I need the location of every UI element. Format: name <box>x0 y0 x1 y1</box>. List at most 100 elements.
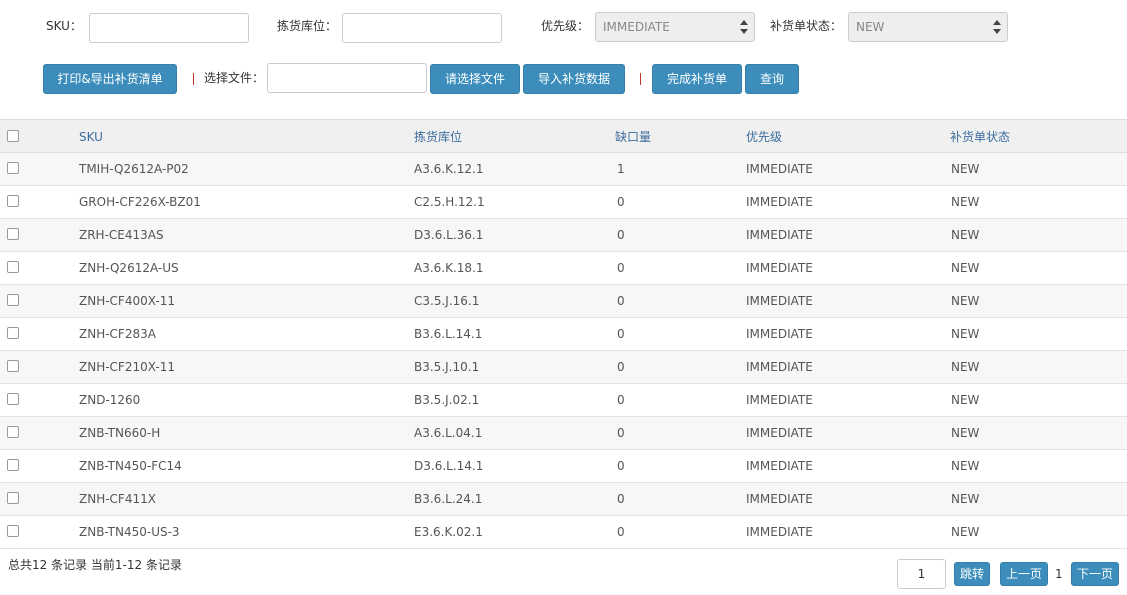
cell-shortage: 1 <box>617 162 625 176</box>
cell-sku: ZNH-CF400X-11 <box>79 294 175 308</box>
cell-status: NEW <box>951 525 980 539</box>
status-label: 补货单状态： <box>770 19 843 33</box>
sku-label: SKU： <box>46 19 82 33</box>
row-checkbox[interactable] <box>7 492 19 504</box>
column-header-sku: SKU <box>79 130 103 144</box>
row-checkbox[interactable] <box>7 261 19 273</box>
table-row[interactable]: ZNB-TN450-FC14 D3.6.L.14.1 0 IMMEDIATE NEW <box>0 450 1127 483</box>
cell-sku: ZNB-TN450-US-3 <box>79 525 180 539</box>
cell-location: B3.6.L.14.1 <box>414 327 483 341</box>
cell-location: C3.5.J.16.1 <box>414 294 480 308</box>
column-header-priority: 优先级 <box>746 130 783 144</box>
table-row[interactable]: ZNH-CF400X-11 C3.5.J.16.1 0 IMMEDIATE NEW <box>0 285 1127 318</box>
row-checkbox[interactable] <box>7 162 19 174</box>
location-label: 拣货库位： <box>277 19 338 33</box>
cell-shortage: 0 <box>617 294 625 308</box>
table-row[interactable]: ZRH-CE413AS D3.6.L.36.1 0 IMMEDIATE NEW <box>0 219 1127 252</box>
cell-priority: IMMEDIATE <box>746 162 813 176</box>
table-row[interactable]: ZNH-CF210X-11 B3.5.J.10.1 0 IMMEDIATE NEW <box>0 351 1127 384</box>
cell-location: D3.6.L.36.1 <box>414 228 484 242</box>
file-input[interactable] <box>267 63 427 93</box>
sku-input[interactable] <box>89 13 249 43</box>
priority-select[interactable]: IMMEDIATE <box>595 12 755 42</box>
cell-location: C2.5.H.12.1 <box>414 195 485 209</box>
cell-status: NEW <box>951 492 980 506</box>
status-select-value: NEW <box>856 20 885 34</box>
table-row[interactable]: ZNH-CF411X B3.6.L.24.1 0 IMMEDIATE NEW <box>0 483 1127 516</box>
row-checkbox[interactable] <box>7 294 19 306</box>
cell-location: B3.5.J.02.1 <box>414 393 480 407</box>
cell-status: NEW <box>951 195 980 209</box>
cell-shortage: 0 <box>617 459 625 473</box>
table-row[interactable]: ZND-1260 B3.5.J.02.1 0 IMMEDIATE NEW <box>0 384 1127 417</box>
file-label: 选择文件： <box>204 71 265 85</box>
table-header: SKU 拣货库位 缺口量 优先级 补货单状态 <box>0 119 1127 153</box>
next-page-button[interactable]: 下一页 <box>1071 562 1119 586</box>
row-checkbox[interactable] <box>7 393 19 405</box>
cell-shortage: 0 <box>617 327 625 341</box>
status-select[interactable]: NEW <box>848 12 1008 42</box>
cell-shortage: 0 <box>617 525 625 539</box>
cell-priority: IMMEDIATE <box>746 426 813 440</box>
table-row[interactable]: ZNH-Q2612A-US A3.6.K.18.1 0 IMMEDIATE NEW <box>0 252 1127 285</box>
cell-shortage: 0 <box>617 360 625 374</box>
cell-shortage: 0 <box>617 393 625 407</box>
table-row[interactable]: GROH-CF226X-BZ01 C2.5.H.12.1 0 IMMEDIATE NEW <box>0 186 1127 219</box>
cell-priority: IMMEDIATE <box>746 327 813 341</box>
row-checkbox[interactable] <box>7 459 19 471</box>
page-number-input[interactable]: 1 <box>897 559 946 589</box>
table-row[interactable]: ZNH-CF283A B3.6.L.14.1 0 IMMEDIATE NEW <box>0 318 1127 351</box>
cell-status: NEW <box>951 360 980 374</box>
row-checkbox[interactable] <box>7 195 19 207</box>
query-button[interactable]: 查询 <box>745 64 799 94</box>
row-checkbox[interactable] <box>7 525 19 537</box>
cell-sku: ZNH-Q2612A-US <box>79 261 179 275</box>
row-checkbox[interactable] <box>7 228 19 240</box>
table-row[interactable]: ZNB-TN660-H A3.6.L.04.1 0 IMMEDIATE NEW <box>0 417 1127 450</box>
priority-label: 优先级： <box>541 19 590 33</box>
cell-location: B3.5.J.10.1 <box>414 360 480 374</box>
cell-sku: ZNB-TN450-FC14 <box>79 459 182 473</box>
priority-select-value: IMMEDIATE <box>603 20 670 34</box>
location-input[interactable] <box>342 13 502 43</box>
prev-page-button[interactable]: 上一页 <box>1000 562 1048 586</box>
cell-priority: IMMEDIATE <box>746 294 813 308</box>
cell-priority: IMMEDIATE <box>746 525 813 539</box>
cell-shortage: 0 <box>617 195 625 209</box>
cell-sku: TMIH-Q2612A-P02 <box>79 162 189 176</box>
select-all-checkbox[interactable] <box>7 130 19 142</box>
column-header-shortage: 缺口量 <box>615 130 652 144</box>
select-arrows-icon <box>740 20 748 34</box>
cell-status: NEW <box>951 294 980 308</box>
cell-location: A3.6.L.04.1 <box>414 426 483 440</box>
cell-sku: ZND-1260 <box>79 393 141 407</box>
row-checkbox[interactable] <box>7 360 19 372</box>
cell-sku: GROH-CF226X-BZ01 <box>79 195 201 209</box>
table-row[interactable]: ZNB-TN450-US-3 E3.6.K.02.1 0 IMMEDIATE NEW <box>0 516 1127 549</box>
cell-priority: IMMEDIATE <box>746 195 813 209</box>
cell-location: A3.6.K.18.1 <box>414 261 484 275</box>
choose-file-button[interactable]: 请选择文件 <box>430 64 520 94</box>
import-data-button[interactable]: 导入补货数据 <box>523 64 625 94</box>
cell-priority: IMMEDIATE <box>746 393 813 407</box>
cell-shortage: 0 <box>617 261 625 275</box>
print-export-button[interactable]: 打印&导出补货清单 <box>43 64 177 94</box>
cell-status: NEW <box>951 327 980 341</box>
cell-sku: ZRH-CE413AS <box>79 228 164 242</box>
cell-status: NEW <box>951 228 980 242</box>
row-checkbox[interactable] <box>7 426 19 438</box>
cell-status: NEW <box>951 393 980 407</box>
complete-replenishment-button[interactable]: 完成补货单 <box>652 64 742 94</box>
cell-priority: IMMEDIATE <box>746 228 813 242</box>
cell-priority: IMMEDIATE <box>746 492 813 506</box>
cell-sku: ZNH-CF283A <box>79 327 156 341</box>
cell-priority: IMMEDIATE <box>746 459 813 473</box>
separator <box>193 73 194 85</box>
cell-status: NEW <box>951 261 980 275</box>
table-row[interactable]: TMIH-Q2612A-P02 A3.6.K.12.1 1 IMMEDIATE NEW <box>0 153 1127 186</box>
cell-shortage: 0 <box>617 426 625 440</box>
jump-button[interactable]: 跳转 <box>954 562 990 586</box>
row-checkbox[interactable] <box>7 327 19 339</box>
cell-location: A3.6.K.12.1 <box>414 162 484 176</box>
cell-sku: ZNB-TN660-H <box>79 426 161 440</box>
